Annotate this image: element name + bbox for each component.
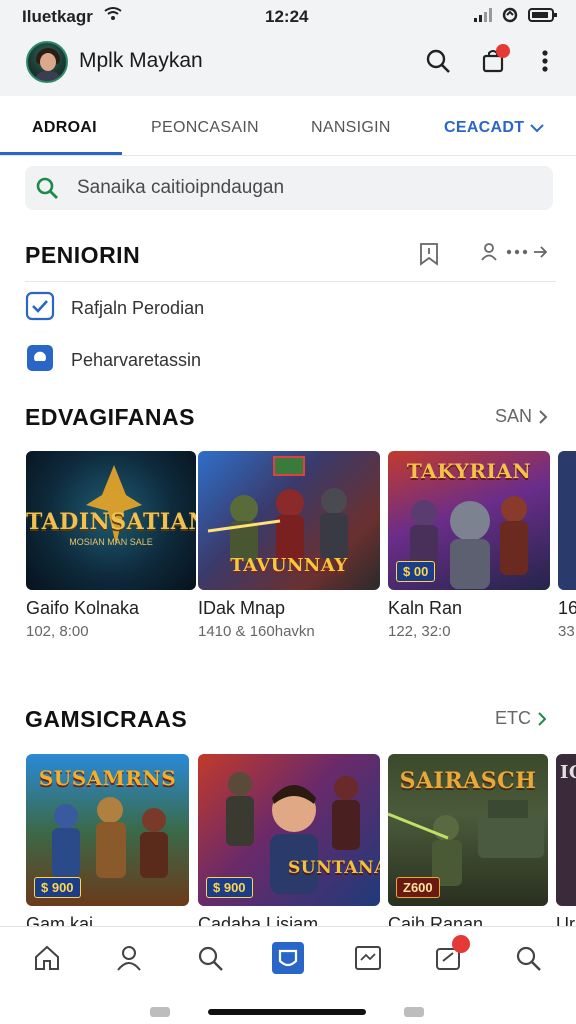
list-item-label: Rafjaln Perodian — [71, 297, 205, 318]
game-name: Gaifo Kolnaka — [26, 598, 140, 618]
game-thumbnail — [558, 451, 576, 590]
search-bar[interactable]: Sanaika caitioipndaugan — [25, 166, 553, 210]
carrier-label: Iluetkagr — [22, 7, 93, 26]
signal-icon — [474, 8, 492, 27]
chevron-right-icon — [538, 711, 547, 726]
price-badge: $ 00 — [396, 561, 436, 582]
search-icon[interactable] — [423, 46, 453, 76]
thumbnail-title: TAVUNNAY — [230, 555, 348, 576]
game-thumbnail: TADINSATIAN MOSIAN MAN SALE — [26, 451, 196, 590]
game-card[interactable]: TAKYRIAN $ 00 Kaln Ran 122, 32:0 — [388, 451, 550, 640]
see-all-link[interactable]: ETC — [495, 708, 547, 729]
status-bar: Iluetkagr 12:24 — [0, 0, 576, 34]
list-item-label: Peharvaretassin — [71, 349, 202, 370]
clock: 12:24 — [265, 7, 309, 26]
game-name: 16 — [558, 598, 576, 618]
price-badge: $ 900 — [206, 877, 253, 898]
bookmark-icon[interactable] — [418, 242, 440, 271]
game-card-partial[interactable]: 16 33 — [558, 451, 576, 640]
nav-profile-icon[interactable] — [109, 941, 149, 975]
game-thumbnail: SUSAMRNS $ 900 — [26, 754, 189, 906]
see-all-label: ETC — [495, 708, 531, 728]
game-thumbnail: SUNTANAN $ 900 — [198, 754, 380, 906]
game-name: Kaln Ran — [388, 598, 463, 618]
tab-ceacadt-dropdown[interactable]: CEACADT — [444, 119, 545, 137]
game-name: IDak Mnap — [198, 598, 286, 618]
nav-store-icon[interactable] — [268, 941, 308, 975]
chevron-down-icon — [530, 124, 545, 133]
toggle-icon[interactable] — [25, 343, 55, 378]
chevron-right-icon — [539, 409, 548, 424]
more-vertical-icon[interactable] — [530, 46, 560, 76]
wifi-icon — [104, 6, 122, 27]
section-title-gamsicraas: GAMSICRAAS — [25, 706, 188, 732]
thumbnail-title: SUSAMRNS — [38, 766, 177, 790]
arrow-right-icon — [534, 246, 548, 258]
game-meta: 33 — [558, 623, 575, 640]
nav-activity-icon[interactable] — [348, 941, 388, 975]
section-title-edvagifanas: EDVAGIFANAS — [25, 404, 195, 430]
game-thumbnail: IG — [556, 754, 576, 906]
nav-back-indicator — [150, 1007, 170, 1017]
user-name: Mplk Maykan — [79, 49, 203, 72]
notification-bag-icon[interactable] — [478, 44, 510, 76]
game-card[interactable]: SUNTANAN $ 900 Cadaba Lisiam — [198, 754, 380, 935]
game-thumbnail: TAVUNNAY — [198, 451, 380, 590]
people-icon — [481, 243, 497, 261]
notification-badge — [496, 44, 510, 58]
nav-search-icon[interactable] — [190, 941, 230, 975]
nav-home-icon[interactable] — [27, 941, 67, 975]
game-card[interactable]: TAVUNNAY IDak Mnap 1410 & 160havkn — [198, 451, 380, 640]
nav-search-icon[interactable] — [508, 941, 548, 975]
list-item[interactable]: Rafjaln Perodian — [25, 291, 205, 326]
tab-bar: ADROAI PEONCASAIN NANSIGIN CEACADT — [0, 96, 576, 156]
bottom-nav — [0, 926, 576, 1024]
thumbnail-title: SUNTANAN — [288, 858, 380, 878]
section-title-penioirn: PENIORIN — [25, 242, 141, 268]
nav-notifications-icon[interactable] — [428, 935, 470, 975]
game-card[interactable]: SUSAMRNS $ 900 Gam kai — [26, 754, 189, 935]
avatar[interactable] — [26, 41, 68, 83]
thumbnail-title: IG — [560, 762, 576, 783]
more-horizontal-icon — [506, 249, 528, 255]
tab-nansigin[interactable]: NANSIGIN — [311, 119, 391, 137]
price-badge: Z600 — [396, 877, 440, 898]
game-thumbnail: SAIRASCH Z600 — [388, 754, 548, 906]
thumbnail-title: TADINSATIAN — [26, 509, 196, 535]
tab-ceacadt-label: CEACADT — [444, 119, 525, 136]
home-indicator[interactable] — [208, 1009, 366, 1015]
share-options[interactable] — [480, 242, 548, 262]
game-card-partial[interactable]: IG Ur — [556, 754, 576, 935]
tab-adroai[interactable]: ADROAI — [32, 119, 97, 137]
search-icon — [35, 176, 59, 205]
game-meta: 122, 32:0 — [388, 623, 451, 640]
nav-recent-indicator — [404, 1007, 424, 1017]
list-item[interactable]: Peharvaretassin — [25, 344, 201, 376]
price-badge: $ 900 — [34, 877, 81, 898]
battery-icon — [528, 7, 558, 28]
active-tab-indicator — [0, 152, 122, 155]
thumbnail-subtitle: MOSIAN MAN SALE — [69, 537, 153, 547]
thumbnail-title: SAIRASCH — [399, 768, 537, 794]
nav-notification-badge — [452, 935, 470, 953]
sync-icon — [502, 7, 518, 28]
tab-peoncasain[interactable]: PEONCASAIN — [151, 119, 259, 137]
checkbox-checked-icon[interactable] — [25, 291, 55, 326]
game-card[interactable]: TADINSATIAN MOSIAN MAN SALE Gaifo Kolnak… — [26, 451, 196, 640]
game-meta: 102, 8:00 — [26, 623, 89, 640]
app-header: Mplk Maykan — [0, 34, 576, 96]
game-card[interactable]: SAIRASCH Z600 Caih Ranan — [388, 754, 548, 935]
see-all-link[interactable]: SAN — [495, 406, 548, 427]
thumbnail-title: TAKYRIAN — [406, 459, 532, 483]
game-meta: 1410 & 160havkn — [198, 623, 315, 640]
section-divider — [25, 281, 556, 282]
game-thumbnail: TAKYRIAN $ 00 — [388, 451, 550, 590]
see-all-label: SAN — [495, 406, 533, 426]
search-input[interactable]: Sanaika caitioipndaugan — [77, 177, 284, 199]
